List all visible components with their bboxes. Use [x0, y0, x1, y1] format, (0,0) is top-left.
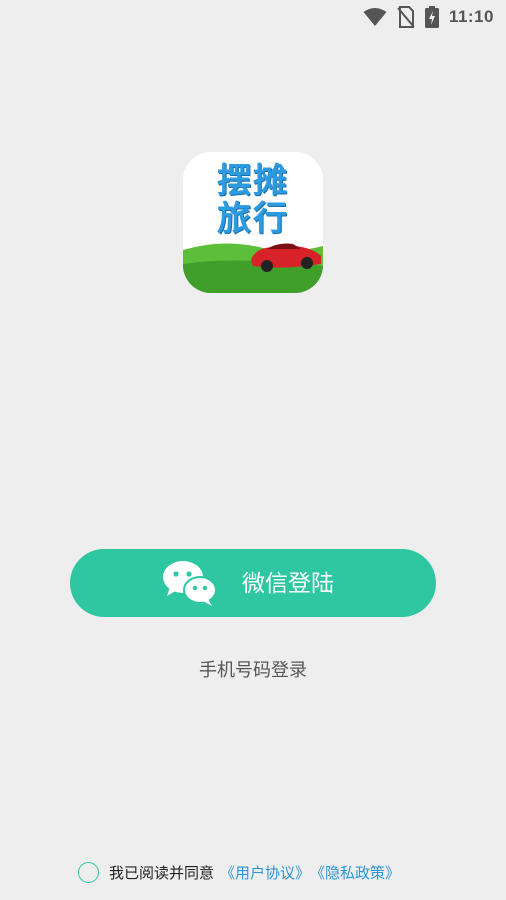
- app-logo: 摆摊 旅行: [183, 152, 323, 293]
- agreement-row: 我已阅读并同意 《用户协议》 《隐私政策》: [78, 860, 400, 884]
- no-sim-icon: [397, 6, 415, 28]
- wechat-icon: [163, 561, 217, 606]
- user-agreement-link[interactable]: 《用户协议》: [220, 862, 310, 883]
- wechat-login-button[interactable]: 微信登陆: [70, 549, 436, 617]
- phone-login-link[interactable]: 手机号码登录: [0, 656, 506, 682]
- privacy-policy-link[interactable]: 《隐私政策》: [310, 862, 400, 883]
- agreement-checkbox[interactable]: [78, 861, 99, 883]
- status-time: 11:10: [448, 7, 494, 26]
- logo-title-line2: 旅行: [217, 199, 289, 239]
- logo-title-line1: 摆摊: [217, 161, 289, 201]
- wechat-login-label: 微信登陆: [242, 570, 334, 596]
- wifi-icon: [363, 8, 387, 26]
- logo-title: 摆摊 旅行: [183, 162, 323, 238]
- status-bar: 11:10: [0, 0, 506, 34]
- battery-charging-icon: [424, 6, 439, 28]
- agreement-text: 我已阅读并同意: [109, 863, 215, 882]
